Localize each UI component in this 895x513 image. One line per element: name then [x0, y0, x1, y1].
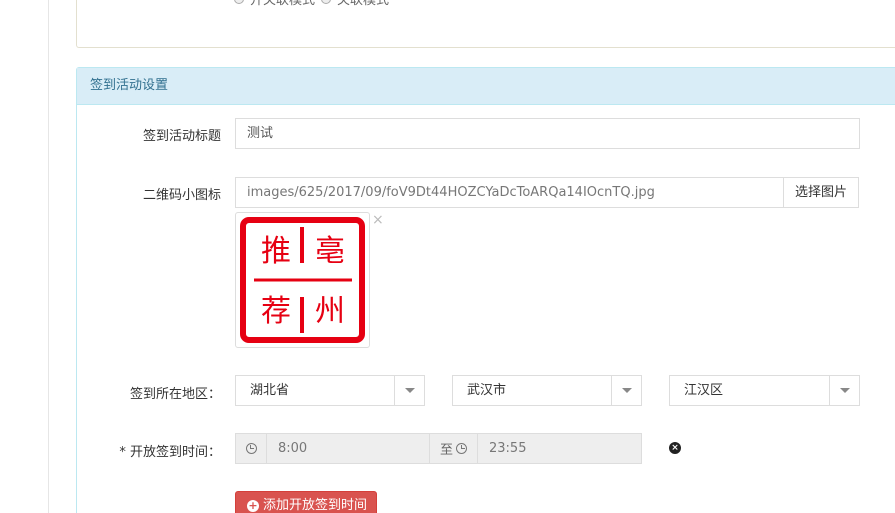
time-separator: 至 — [439, 443, 453, 458]
time-range-group: 8:00 至 23:55 — [235, 433, 642, 464]
clock-addon — [236, 434, 267, 463]
remove-image-icon[interactable]: × — [372, 212, 384, 228]
seal-image: 推 亳 荐 州 — [240, 217, 365, 343]
chevron-down-icon — [829, 376, 859, 405]
qrcode-thumbnail: 推 亳 荐 州 — [235, 212, 370, 348]
title-label: 签到活动标题 — [142, 129, 221, 144]
radio-open-mode[interactable] — [234, 0, 244, 4]
seal-char-4: 州 — [315, 294, 345, 329]
add-time-button[interactable]: + 添加开放签到时间 — [235, 491, 377, 513]
end-time-input[interactable]: 23:55 — [478, 434, 641, 463]
clock-icon — [245, 443, 257, 454]
left-divider — [48, 0, 49, 513]
chevron-down-icon — [611, 376, 641, 405]
title-input[interactable]: 测试 — [235, 118, 860, 149]
chevron-down-icon — [394, 376, 424, 405]
city-select[interactable]: 武汉市 — [452, 375, 642, 406]
add-time-label: 添加开放签到时间 — [263, 498, 368, 513]
radio-link-mode[interactable] — [321, 0, 332, 4]
previous-settings-panel — [76, 0, 895, 48]
province-value: 湖北省 — [250, 383, 290, 398]
radio-link-mode-label: 关联模式 — [337, 0, 390, 8]
province-select[interactable]: 湖北省 — [235, 375, 425, 406]
seal-char-1: 推 — [261, 234, 291, 269]
plus-circle-icon: + — [247, 499, 259, 512]
district-select[interactable]: 江汉区 — [669, 375, 860, 406]
district-value: 江汉区 — [684, 383, 724, 398]
panel-heading: 签到活动设置 — [77, 68, 895, 105]
start-time-input[interactable]: 8:00 — [267, 434, 429, 463]
qrcode-label: 二维码小图标 — [142, 188, 221, 203]
mode-radio-group: 开关联模式 关联模式 — [234, 0, 389, 8]
radio-open-mode-label: 开关联模式 — [250, 0, 316, 8]
time-separator-addon: 至 — [429, 434, 478, 463]
seal-char-2: 亳 — [315, 234, 345, 269]
time-label: * 开放签到时间： — [119, 445, 221, 460]
city-value: 武汉市 — [467, 383, 507, 398]
remove-time-icon[interactable]: × — [669, 442, 681, 454]
seal-char-3: 荐 — [261, 294, 291, 329]
qrcode-path-input[interactable]: images/625/2017/09/foV9Dt44HOZCYaDcToARQ… — [235, 177, 784, 208]
choose-image-button[interactable]: 选择图片 — [783, 177, 859, 208]
region-label: 签到所在地区： — [129, 387, 221, 402]
clock-icon — [456, 443, 467, 454]
